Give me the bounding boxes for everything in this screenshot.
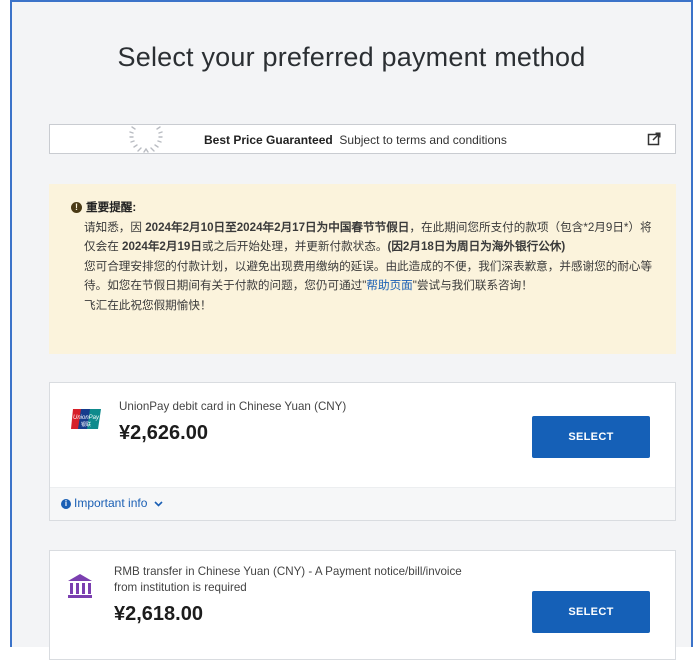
notice-date-start: 2024年2月10日至: [145, 220, 237, 234]
option-description: UnionPay debit card in Chinese Yuan (CNY…: [119, 400, 347, 413]
svg-text:UnionPay: UnionPay: [73, 415, 100, 421]
page-title: Select your preferred payment method: [117, 42, 586, 72]
important-info-label: Important info: [74, 496, 148, 510]
notice-text: 请知悉，因: [84, 220, 142, 234]
laurel-icon: [129, 126, 163, 153]
notice-paragraph-2: 您可合理安排您的付款计划，以避免出现费用缴纳的延误。由此造成的不便，我们深表歉意…: [84, 257, 662, 296]
select-button[interactable]: SELECT: [532, 416, 650, 458]
svg-text:银联: 银联: [81, 421, 91, 428]
notice-bank-note: (因2月18日为周日为海外银行公休): [387, 240, 566, 253]
external-link-icon[interactable]: [647, 132, 661, 146]
option-description-line1: RMB transfer in Chinese Yuan (CNY) - A P…: [114, 565, 462, 578]
option-price: ¥2,618.00: [114, 603, 203, 625]
unionpay-icon: UnionPay 银联: [71, 409, 101, 429]
notice-resume-date: 2024年2月19日: [122, 240, 202, 253]
option-price: ¥2,626.00: [119, 422, 208, 444]
notice-heading-text: 重要提醒:: [86, 201, 137, 214]
notice-heading: ! 重要提醒:: [71, 198, 662, 218]
select-button[interactable]: SELECT: [532, 591, 650, 633]
page-frame: Select your preferred payment method Bes…: [10, 0, 693, 660]
banner-terms: Subject to terms and conditions: [339, 133, 507, 147]
holiday-notice: ! 重要提醒: 请知悉，因 2024年2月10日至2024年2月17日为中国春节节…: [49, 184, 676, 354]
notice-text: "尝试与我们联系咨询！: [412, 279, 533, 292]
notice-date-end: 2024年2月17日为中国春节节假日: [236, 220, 410, 234]
banner-bold: Best Price Guaranteed: [204, 133, 333, 147]
chevron-down-icon: [154, 501, 163, 507]
notice-paragraph-3: 飞汇在此祝您假期愉快！: [84, 298, 212, 312]
payment-option-unionpay: UnionPay 银联 UnionPay debit card in Chine…: [49, 382, 676, 521]
banner-text: Best Price Guaranteed Subject to terms a…: [204, 133, 507, 147]
option-description-line2: from institution is required: [114, 581, 247, 594]
important-info-toggle[interactable]: i Important info: [61, 496, 163, 510]
payment-option-rmb-transfer: RMB transfer in Chinese Yuan (CNY) - A P…: [49, 550, 676, 660]
info-icon: i: [61, 499, 71, 509]
card-footer: i Important info: [50, 487, 675, 520]
help-page-link[interactable]: 帮助页面: [366, 279, 412, 292]
bank-icon: [68, 574, 92, 598]
notice-text: 或之后开始处理，并更新付款状态。: [201, 240, 388, 253]
info-icon: !: [71, 202, 82, 213]
notice-paragraph-1: 请知悉，因 2024年2月10日至2024年2月17日为中国春节节假日，在此期间…: [84, 218, 662, 257]
best-price-banner: Best Price Guaranteed Subject to terms a…: [49, 124, 676, 154]
option-description: RMB transfer in Chinese Yuan (CNY) - A P…: [114, 564, 462, 596]
